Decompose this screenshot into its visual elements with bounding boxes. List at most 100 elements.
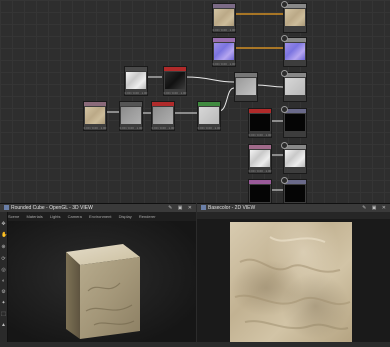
node-thumbnail: [121, 107, 141, 124]
zoom-tool-icon[interactable]: ⊕: [1, 245, 6, 250]
graph-node[interactable]: [281, 177, 307, 203]
graph-node[interactable]: [281, 142, 307, 174]
panel-2d-titlebar[interactable]: Basecolor - 2D VIEW ✎ ▣ ✕: [197, 204, 390, 212]
2d-view-icon: [201, 205, 206, 210]
node-header: [198, 102, 220, 106]
graph-node[interactable]: 0.00 / 0.00 · 1.00: [119, 101, 143, 131]
node-output-pin[interactable]: [281, 35, 288, 42]
node-thumbnail: [250, 150, 270, 167]
node-header: [120, 102, 142, 106]
node-header: [164, 67, 186, 71]
frame-tool-icon[interactable]: ⬚: [1, 312, 6, 317]
panel-3d-toolbar: ✥ ✋ ⊕ ⟳ ◎ ◐ ⚙ ✦ ⬚ ▲: [0, 212, 8, 342]
node-thumbnail: [285, 185, 305, 202]
node-header: [84, 102, 106, 106]
panel-2d-title: Basecolor - 2D VIEW: [208, 205, 256, 211]
mesh-tool-icon[interactable]: ▲: [1, 323, 6, 328]
node-label: 0.00 / 0.00 · 1.00: [212, 62, 236, 66]
node-thumbnail: [250, 114, 270, 131]
node-label: 0.00 / 0.00 · 1.00: [124, 91, 148, 95]
menu-materials[interactable]: Materials: [26, 214, 42, 219]
node-label: 0.00 / 0.00 · 1.00: [212, 28, 236, 32]
menu-environment[interactable]: Environment: [89, 214, 111, 219]
menu-lights[interactable]: Lights: [50, 214, 61, 219]
node-header: [152, 102, 174, 106]
2d-viewport[interactable]: [197, 219, 390, 342]
node-label: 0.00 / 0.00 · 1.00: [163, 91, 187, 95]
node-header: [249, 145, 271, 149]
node-header: [125, 67, 147, 71]
cube-front-face: [66, 252, 80, 339]
graph-node[interactable]: 0.00 / 0.00 · 1.00: [248, 108, 272, 138]
basecolor-texture-preview: [230, 222, 352, 342]
graph-node[interactable]: 0.00 / 0.00 · 1.00: [163, 66, 187, 96]
graph-node[interactable]: 0.00 / 0.00 · 1.00: [212, 3, 236, 33]
panel-3d-title: Rounded Cube - OpenGL - 3D VIEW: [11, 205, 93, 211]
cube-right-face: [80, 257, 140, 339]
node-output-pin[interactable]: [281, 106, 288, 113]
panel-2d-toolbar: [197, 212, 390, 219]
node-thumbnail: [214, 43, 234, 60]
graph-node[interactable]: 0.00 / 0.00 · 1.00: [124, 66, 148, 96]
node-thumbnail: [285, 43, 305, 60]
graph-node[interactable]: 0.00 / 0.00 · 1.00: [151, 101, 175, 131]
node-output-pin[interactable]: [281, 142, 288, 149]
node-label: 0.00 / 0.00 · 1.00: [119, 126, 143, 130]
node-thumbnail: [285, 114, 305, 131]
panel-3d-menubar: Scene Materials Lights Camera Environmen…: [8, 213, 196, 220]
node-thumbnail: [165, 72, 185, 89]
node-header: [213, 38, 235, 42]
wire-mask-blend: [218, 87, 235, 112]
graph-node[interactable]: [281, 106, 307, 138]
graph-node[interactable]: [281, 70, 307, 102]
node-label: 0.00 / 0.00 · 1.00: [151, 126, 175, 130]
light-tool-icon[interactable]: ◐: [1, 279, 6, 284]
rotate-tool-icon[interactable]: ⟳: [1, 257, 6, 262]
wire-blend-output: [255, 84, 284, 88]
node-output-pin[interactable]: [281, 70, 288, 77]
target-tool-icon[interactable]: ◎: [1, 268, 6, 273]
panel-2d-view: Basecolor - 2D VIEW ✎ ▣ ✕: [197, 203, 390, 342]
node-header: [249, 180, 271, 184]
node-header: [235, 73, 257, 77]
node-graph[interactable]: 0.00 / 0.00 · 1.00 0.00 / 0.00 · 1.00 0.00…: [0, 0, 390, 203]
effects-tool-icon[interactable]: ✦: [1, 301, 6, 306]
node-thumbnail: [153, 107, 173, 124]
node-output-pin[interactable]: [281, 177, 288, 184]
node-label: 0.00 / 0.00 · 1.00: [248, 169, 272, 173]
graph-node[interactable]: 0.00 / 0.00 · 1.00: [83, 101, 107, 131]
node-label: 0.00 / 0.00 · 1.00: [248, 133, 272, 137]
node-thumbnail: [126, 72, 146, 89]
graph-node[interactable]: 0.00 / 0.00 · 1.00: [248, 179, 272, 203]
graph-node[interactable]: 0.00 / 0.00 · 1.00: [212, 37, 236, 67]
graph-node[interactable]: 0.00 / 0.00 · 1.00: [197, 101, 221, 131]
node-label: 0.00 / 0.00 · 1.00: [83, 126, 107, 130]
pan-tool-icon[interactable]: ✋: [1, 233, 7, 238]
menu-display[interactable]: Display: [119, 214, 132, 219]
node-thumbnail: [285, 78, 305, 95]
node-thumbnail: [199, 107, 219, 124]
menu-scene[interactable]: Scene: [8, 214, 19, 219]
3d-viewport[interactable]: [8, 221, 196, 342]
menu-renderer[interactable]: Renderer: [139, 214, 156, 219]
graph-node[interactable]: [281, 1, 307, 33]
move-tool-icon[interactable]: ✥: [1, 222, 6, 227]
node-thumbnail: [285, 9, 305, 26]
rounded-cube-preview: [66, 244, 140, 339]
node-thumbnail: [236, 78, 256, 95]
panel-3d-window-buttons[interactable]: ✎ ▣ ✕: [168, 204, 194, 212]
settings-tool-icon[interactable]: ⚙: [1, 290, 6, 295]
wire-height-blend: [185, 76, 235, 83]
node-thumbnail: [214, 9, 234, 26]
node-thumbnail: [250, 185, 270, 202]
panel-3d-titlebar[interactable]: Rounded Cube - OpenGL - 3D VIEW ✎ ▣ ✕: [0, 204, 196, 212]
graph-connections: [106, 13, 284, 191]
menu-camera[interactable]: Camera: [68, 214, 82, 219]
node-thumbnail: [85, 107, 105, 124]
graph-node[interactable]: [234, 72, 258, 102]
node-output-pin[interactable]: [281, 1, 288, 8]
graph-node[interactable]: 0.00 / 0.00 · 1.00: [248, 144, 272, 174]
sand-ripples: [234, 236, 351, 330]
panel-2d-window-buttons[interactable]: ✎ ▣ ✕: [362, 204, 388, 212]
graph-node[interactable]: [281, 35, 307, 67]
